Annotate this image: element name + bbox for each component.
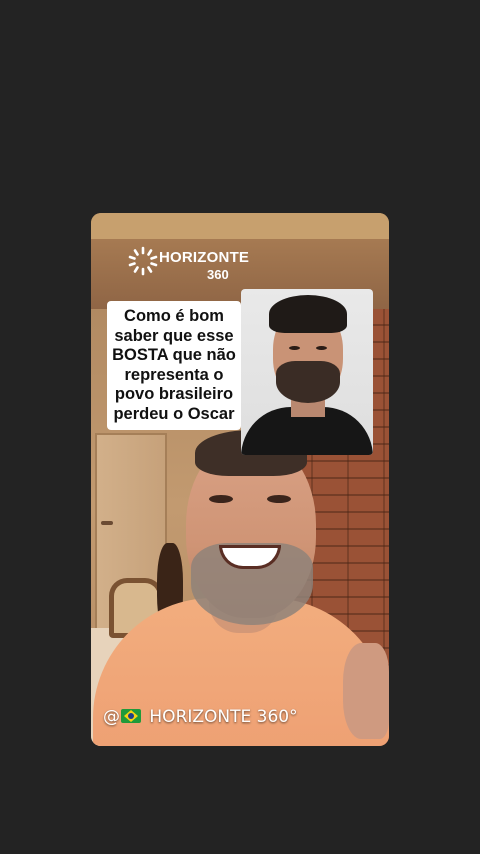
inset-eye-right: [316, 346, 327, 350]
inset-hair: [269, 295, 347, 333]
video-player[interactable]: HORIZONTE 360 Como é bom saber que esse …: [91, 213, 389, 746]
inset-portrait-photo: [241, 289, 373, 455]
story-screen: HORIZONTE 360 Como é bom saber que esse …: [0, 0, 480, 854]
caption-text: Como é bom saber que esse BOSTA que não …: [112, 307, 236, 423]
caption-box: Como é bom saber que esse BOSTA que não …: [107, 301, 241, 430]
horizonte-logo: HORIZONTE 360: [127, 245, 267, 285]
brazil-flag-icon: [121, 709, 141, 723]
sun-burst-icon: [128, 246, 158, 276]
watermark: @ HORIZONTE 360°: [103, 707, 298, 727]
person-hand: [343, 643, 389, 739]
inset-eye-left: [289, 346, 300, 350]
door-handle: [101, 521, 113, 525]
watermark-text: HORIZONTE 360°: [144, 707, 298, 727]
inset-beard: [276, 361, 340, 403]
person-eye-left: [209, 495, 233, 503]
logo-sub: 360: [207, 267, 229, 282]
person-eye-right: [267, 495, 291, 503]
watermark-prefix: @: [103, 707, 120, 727]
logo-name: HORIZONTE: [159, 249, 250, 266]
scene-top-band: [91, 213, 389, 239]
